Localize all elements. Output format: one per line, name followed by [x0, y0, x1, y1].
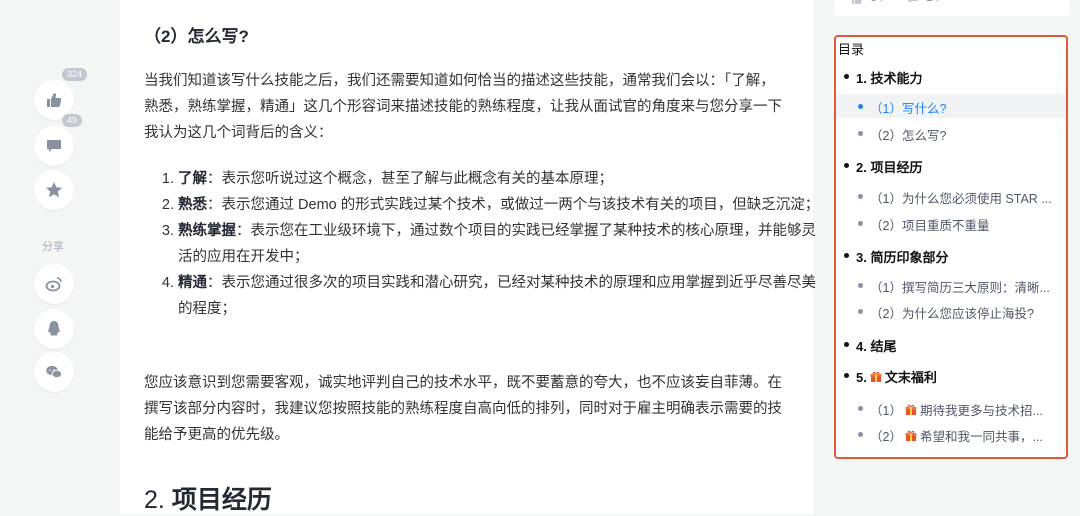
bullet-icon: [858, 283, 863, 288]
toc-item-label: （2）为什么您应该停止海投?: [870, 307, 1034, 321]
gift-icon: [905, 404, 917, 415]
closing-paragraph: 您应该意识到您需要客观，诚实地评判自己的技术水平，既不要蓄意的夸大，也不应该妄自…: [144, 375, 782, 443]
bullet-icon: [858, 309, 863, 314]
section-heading-text: 项目经历: [171, 486, 272, 514]
toc-item-label: 3. 简历印象部分: [856, 250, 949, 265]
comment-button[interactable]: 49: [34, 114, 83, 166]
bullet-icon: [858, 194, 863, 199]
list-item: 熟悉：表示您通过 Demo 的形式实践过某个技术，或做过一两个与该技术有关的项目…: [178, 192, 823, 218]
bullet-icon: [844, 373, 849, 378]
toc-item[interactable]: 3. 简历印象部分: [836, 243, 1066, 267]
toc-item-label: 2. 项目经历: [856, 160, 923, 175]
bullet-icon: [858, 221, 863, 226]
toc-item-label: 4. 结尾: [856, 339, 897, 354]
bullet-icon: [844, 74, 849, 79]
toc-item[interactable]: 5. 文末福利: [836, 363, 1066, 387]
toc-item[interactable]: 1. 技术能力: [836, 64, 1066, 88]
likes-count: 64: [870, 0, 883, 4]
share-wechat-button[interactable]: [34, 352, 74, 392]
share-weibo-button[interactable]: [34, 264, 74, 304]
toc-item[interactable]: 2. 项目经历: [836, 153, 1066, 177]
toc-item-label: （2） 希望和我一同共事，...: [870, 426, 1043, 445]
toc-item-prefix: （1）: [870, 404, 902, 418]
comment-icon: [47, 140, 61, 152]
weibo-icon: [45, 277, 62, 292]
toc-item-prefix: 5.: [856, 370, 867, 385]
skill-level-list: 了解：表示您听说过这个概念，甚至了解与此概念有关的基本原理； 熟悉：表示您通过 …: [144, 166, 823, 322]
bullet-icon: [858, 406, 863, 411]
intro-paragraph: 当我们知道该写什么技能之后，我们还需要知道如何恰当的描述这些技能，通常我们会以：…: [144, 73, 782, 141]
toc-item[interactable]: （1）撰写简历三大原则：清晰...: [836, 273, 1066, 297]
toc-item-text: 期待我更多与技术招...: [919, 404, 1043, 418]
star-icon: [46, 182, 62, 198]
gift-icon: [905, 430, 917, 441]
wechat-icon: [46, 365, 63, 379]
gift-icon: [870, 371, 882, 382]
level-term: 精通: [178, 275, 207, 291]
section-subheading: （2）怎么写?: [144, 27, 249, 46]
share-qq-button[interactable]: [34, 309, 74, 349]
toc-item[interactable]: （2）怎么写?: [836, 121, 1066, 145]
table-of-contents: 目录 1. 技术能力 （1）写什么? （2）怎么写? 2. 项目经历 （1）为什…: [834, 35, 1068, 459]
level-term: 熟悉: [178, 197, 207, 213]
toc-item[interactable]: （2）项目重质不重量: [836, 211, 1066, 235]
section-heading-number: 2.: [144, 486, 165, 514]
level-term: 熟练掌握: [178, 223, 236, 239]
level-description: ：表示您在工业级环境下，通过数个项目的实践已经掌握了某种技术的核心原理，并能够灵…: [178, 223, 816, 265]
toc-item[interactable]: 4. 结尾: [836, 332, 1066, 356]
toc-item-label: （1）为什么您必须使用 STAR ...: [870, 192, 1052, 206]
level-description: ：表示您通过 Demo 的形式实践过某个技术，或做过一两个与该技术有关的项目，但…: [207, 197, 820, 213]
like-count-badge: 324: [62, 68, 88, 81]
toc-item-prefix: （2）: [870, 430, 902, 444]
toc-item[interactable]: （2） 希望和我一同共事，...: [836, 422, 1066, 446]
thumbs-up-icon: [47, 93, 62, 107]
toc-title: 目录: [838, 42, 865, 57]
toc-item-label: 1. 技术能力: [856, 71, 923, 86]
toc-item-label: （1） 期待我更多与技术招...: [870, 400, 1043, 419]
toc-item[interactable]: （1） 期待我更多与技术招...: [836, 396, 1066, 420]
favorite-button[interactable]: [34, 170, 74, 210]
toc-item-text: 希望和我一同共事，...: [919, 430, 1043, 444]
bullet-icon: [858, 131, 863, 136]
thumbs-up-icon: [852, 0, 862, 4]
bullet-icon: [858, 432, 863, 437]
comments-count: 14: [926, 0, 939, 4]
qq-penguin-icon: [48, 321, 60, 336]
level-description: ：表示您通过很多次的项目实践和潜心研究，已经对某种技术的原理和应用掌握到近乎尽善…: [178, 275, 816, 317]
section-heading: 2. 项目经历: [144, 480, 272, 516]
level-description: ：表示您听说过这个概念，甚至了解与此概念有关的基本原理；: [207, 171, 613, 187]
share-label: 分享: [42, 241, 64, 253]
bullet-icon: [844, 342, 849, 347]
article-body: （2）怎么写? 当我们知道该写什么技能之后，我们还需要知道如何恰当的描述这些技能…: [120, 0, 819, 516]
level-term: 了解: [178, 171, 207, 187]
comment-count-badge: 49: [62, 114, 83, 127]
toc-item-active[interactable]: （1）写什么?: [836, 94, 1066, 118]
toc-item-text: 文末福利: [884, 370, 937, 385]
bullet-icon: [844, 253, 849, 258]
toc-item-label: （1）写什么?: [870, 102, 947, 116]
toc-item-label: （1）撰写简历三大原则：清晰...: [870, 281, 1050, 295]
toc-item-label: （2）项目重质不重量: [870, 219, 990, 233]
list-item: 熟练掌握：表示您在工业级环境下，通过数个项目的实践已经掌握了某种技术的核心原理，…: [178, 218, 823, 270]
comment-icon: [908, 0, 918, 4]
toc-item[interactable]: （1）为什么您必须使用 STAR ...: [836, 184, 1066, 208]
toc-item-label: 5. 文末福利: [856, 367, 937, 386]
toc-item[interactable]: （2）为什么您应该停止海投?: [836, 299, 1066, 323]
list-item: 精通：表示您通过很多次的项目实践和潜心研究，已经对某种技术的原理和应用掌握到近乎…: [178, 270, 823, 322]
bullet-icon: [858, 104, 863, 109]
list-item: 了解：表示您听说过这个概念，甚至了解与此概念有关的基本原理；: [178, 166, 823, 192]
author-stats-card: 64 14: [834, 0, 1070, 16]
bullet-icon: [844, 163, 849, 168]
toc-item-label: （2）怎么写?: [870, 129, 947, 143]
